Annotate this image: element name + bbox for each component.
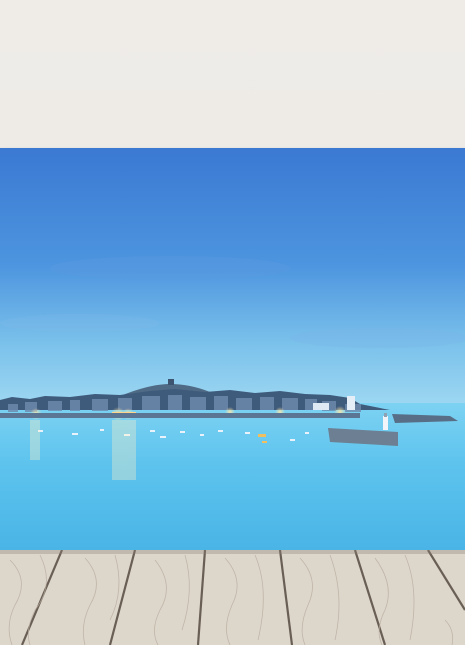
cloud <box>0 314 160 332</box>
floorboards <box>0 550 465 645</box>
cloud <box>290 328 465 348</box>
white-building <box>313 403 329 410</box>
lighthouse <box>383 416 388 430</box>
wooden-floor <box>0 550 465 645</box>
sea <box>0 403 465 551</box>
waterfront <box>0 413 360 418</box>
cloud <box>50 256 290 280</box>
harbour-photo <box>0 148 465 551</box>
product-mockup-scene <box>0 0 465 645</box>
white-building <box>347 396 355 410</box>
canvas-print <box>0 148 465 551</box>
chapel <box>168 379 174 385</box>
